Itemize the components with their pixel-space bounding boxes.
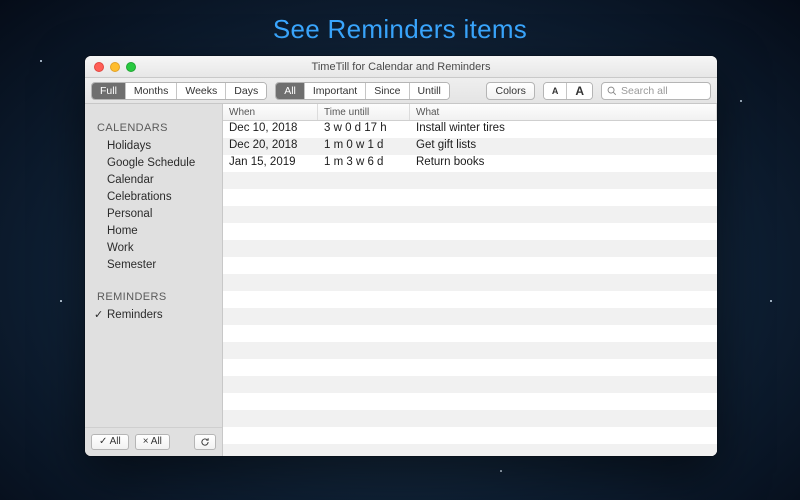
table-row-empty bbox=[223, 257, 717, 274]
sidebar-calendar-item[interactable]: Semester bbox=[85, 256, 222, 273]
sidebar: CALENDARS HolidaysGoogle ScheduleCalenda… bbox=[85, 104, 223, 456]
filter-seg-all[interactable]: All bbox=[276, 83, 305, 99]
search-icon bbox=[607, 86, 617, 96]
cell-until: 1 m 3 w 6 d bbox=[318, 155, 410, 172]
refresh-icon bbox=[200, 437, 210, 447]
table-row-empty bbox=[223, 393, 717, 410]
sidebar-calendar-item[interactable]: Google Schedule bbox=[85, 154, 222, 171]
minimize-window-button[interactable] bbox=[110, 62, 120, 72]
sidebar-header-reminders: REMINDERS bbox=[85, 285, 222, 306]
view-mode-segment: FullMonthsWeeksDays bbox=[91, 82, 267, 100]
table-row-empty bbox=[223, 274, 717, 291]
view-seg-days[interactable]: Days bbox=[226, 83, 266, 99]
sidebar-calendar-item[interactable]: Calendar bbox=[85, 171, 222, 188]
cell-when: Dec 20, 2018 bbox=[223, 138, 318, 155]
table-row-empty bbox=[223, 206, 717, 223]
table-row-empty bbox=[223, 223, 717, 240]
filter-seg-untill[interactable]: Untill bbox=[410, 83, 449, 99]
cell-until: 1 m 0 w 1 d bbox=[318, 138, 410, 155]
sidebar-calendar-item[interactable]: Work bbox=[85, 239, 222, 256]
column-header-until[interactable]: Time untill bbox=[318, 104, 410, 120]
filter-seg-since[interactable]: Since bbox=[366, 83, 409, 99]
zoom-window-button[interactable] bbox=[126, 62, 136, 72]
table-row-empty bbox=[223, 359, 717, 376]
table-row-empty bbox=[223, 240, 717, 257]
table-row[interactable]: Dec 20, 20181 m 0 w 1 dGet gift lists bbox=[223, 138, 717, 155]
search-placeholder: Search all bbox=[621, 85, 668, 97]
view-seg-months[interactable]: Months bbox=[126, 83, 177, 99]
titlebar: TimeTill for Calendar and Reminders bbox=[85, 56, 717, 78]
view-seg-weeks[interactable]: Weeks bbox=[177, 83, 226, 99]
search-field[interactable]: Search all bbox=[601, 82, 711, 100]
cell-until: 3 w 0 d 17 h bbox=[318, 121, 410, 138]
sidebar-header-calendars: CALENDARS bbox=[85, 116, 222, 137]
sidebar-calendar-item[interactable]: Holidays bbox=[85, 137, 222, 154]
table-row-empty bbox=[223, 444, 717, 456]
close-window-button[interactable] bbox=[94, 62, 104, 72]
table-header: When Time untill What bbox=[223, 104, 717, 121]
font-size-segment: A A bbox=[543, 82, 593, 100]
marketing-headline: See Reminders items bbox=[0, 0, 800, 45]
filter-segment: AllImportantSinceUntill bbox=[275, 82, 450, 100]
column-header-when[interactable]: When bbox=[223, 104, 318, 120]
cell-what: Install winter tires bbox=[410, 121, 717, 138]
refresh-button[interactable] bbox=[194, 434, 216, 450]
app-window: TimeTill for Calendar and Reminders Full… bbox=[85, 56, 717, 456]
cell-when: Jan 15, 2019 bbox=[223, 155, 318, 172]
cell-what: Return books bbox=[410, 155, 717, 172]
table-row-empty bbox=[223, 308, 717, 325]
table-row[interactable]: Jan 15, 20191 m 3 w 6 dReturn books bbox=[223, 155, 717, 172]
filter-seg-important[interactable]: Important bbox=[305, 83, 366, 99]
sidebar-calendar-item[interactable]: Home bbox=[85, 222, 222, 239]
sidebar-reminder-item[interactable]: Reminders bbox=[85, 306, 222, 323]
toolbar: FullMonthsWeeksDays AllImportantSinceUnt… bbox=[85, 78, 717, 104]
cell-when: Dec 10, 2018 bbox=[223, 121, 318, 138]
table-row[interactable]: Dec 10, 20183 w 0 d 17 hInstall winter t… bbox=[223, 121, 717, 138]
table-row-empty bbox=[223, 172, 717, 189]
check-all-button[interactable]: ✓ All bbox=[91, 434, 129, 450]
uncheck-all-button[interactable]: × All bbox=[135, 434, 170, 450]
table-row-empty bbox=[223, 189, 717, 206]
table-row-empty bbox=[223, 342, 717, 359]
column-header-what[interactable]: What bbox=[410, 104, 717, 120]
table-row-empty bbox=[223, 325, 717, 342]
view-seg-full[interactable]: Full bbox=[92, 83, 126, 99]
table-row-empty bbox=[223, 427, 717, 444]
font-larger-button[interactable]: A bbox=[567, 83, 592, 99]
table-row-empty bbox=[223, 291, 717, 308]
events-table: When Time untill What Dec 10, 20183 w 0 … bbox=[223, 104, 717, 456]
sidebar-footer: ✓ All × All bbox=[85, 427, 222, 456]
colors-button[interactable]: Colors bbox=[486, 82, 534, 100]
cell-what: Get gift lists bbox=[410, 138, 717, 155]
window-title: TimeTill for Calendar and Reminders bbox=[85, 61, 717, 73]
font-smaller-button[interactable]: A bbox=[544, 83, 568, 99]
sidebar-calendar-item[interactable]: Celebrations bbox=[85, 188, 222, 205]
sidebar-calendar-item[interactable]: Personal bbox=[85, 205, 222, 222]
table-row-empty bbox=[223, 376, 717, 393]
table-row-empty bbox=[223, 410, 717, 427]
